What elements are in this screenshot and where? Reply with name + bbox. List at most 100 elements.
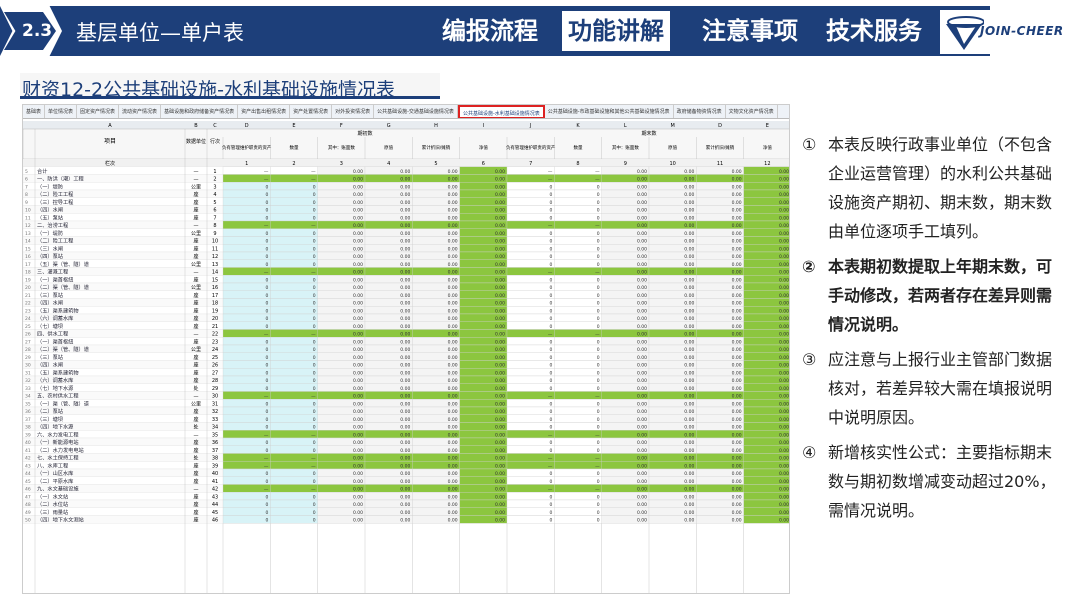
sheet-tab[interactable]: 公共基础设施-水利基础设施情况表: [457, 105, 545, 118]
row-unit: —: [194, 394, 199, 400]
sheet-tab[interactable]: 基础设施和政府储备资产情况表: [161, 105, 239, 118]
data-cell-value: 0.00: [400, 510, 410, 516]
sheet-tab[interactable]: 资产出售出租情况表: [238, 105, 291, 118]
data-cell-value: 0.00: [448, 215, 458, 221]
data-cell-value: 0.00: [779, 479, 789, 485]
data-cell-value: 0.00: [400, 293, 410, 299]
data-cell-value: 0: [597, 386, 600, 392]
data-cell-value: 0.00: [637, 200, 647, 206]
nav-item-process[interactable]: 编报流程: [436, 11, 544, 51]
row-number: 26: [25, 332, 31, 338]
data-cell-value: 0: [597, 208, 600, 214]
data-cell-value: 0.00: [495, 169, 505, 175]
data-cell-value: 0.00: [779, 231, 789, 237]
nav-item-features[interactable]: 功能讲解: [562, 11, 670, 51]
slide-header: 2.3 基层单位—单户表 编报流程 功能讲解 注意事项 技术服务 JOIN-CH…: [0, 0, 1080, 62]
data-cell: [506, 213, 555, 222]
sheet-tab[interactable]: 文物文化资产情况表: [726, 105, 778, 118]
data-cell-value: 0.00: [732, 339, 742, 345]
sheet-tab[interactable]: 公共基础设施-市政基础设施和其他公共基础设施情况表: [545, 105, 674, 118]
data-cell-value: 0: [549, 355, 552, 361]
data-cell-value: 0.00: [400, 417, 410, 423]
sheet-tab[interactable]: 基础表: [23, 105, 46, 118]
data-cell-value: 0.00: [779, 254, 789, 260]
data-cell: [506, 492, 555, 501]
data-cell-value: 0.00: [400, 409, 410, 415]
sheet-tab[interactable]: 政府储备物资情况表: [674, 105, 726, 118]
row-number: 37: [25, 417, 31, 423]
row-item-name: （四）水闸: [37, 206, 63, 214]
data-cell-value: 0.00: [353, 184, 363, 190]
data-cell-value: 0.00: [495, 432, 505, 438]
data-cell-value: 0.00: [495, 301, 505, 307]
row-unit: —: [194, 177, 199, 183]
data-cell-value: 0.00: [732, 510, 742, 516]
row-item-name: （三）水闸: [37, 244, 63, 252]
sheet-tab[interactable]: 单位情况表: [45, 105, 78, 118]
data-cell-value: 0.00: [779, 277, 789, 283]
data-cell-value: 0: [313, 231, 316, 237]
data-cell-value: 0.00: [495, 456, 505, 462]
data-cell-value: 0.00: [353, 285, 363, 291]
sheet-tab[interactable]: 流动资产情况表: [119, 105, 162, 118]
data-cell-value: 0.00: [353, 401, 363, 407]
data-cell-value: 0.00: [400, 200, 410, 206]
data-cell-value: 0.00: [637, 332, 647, 338]
data-cell-value: 0.00: [353, 192, 363, 198]
head-sub-label: 负有管理维护职责的资产: [506, 144, 556, 151]
data-cell-value: —: [595, 488, 600, 493]
note-number: ②: [802, 257, 816, 276]
data-cell: [554, 321, 602, 330]
data-cell-value: 0: [313, 363, 316, 369]
nav-item-support[interactable]: 技术服务: [820, 11, 928, 51]
data-cell-value: 0: [313, 494, 316, 500]
data-cell-value: 0: [313, 293, 316, 299]
row-index: 17: [212, 293, 218, 299]
row-unit: 座: [193, 369, 198, 376]
note-number: ④: [802, 443, 817, 462]
data-cell: [270, 507, 318, 516]
row-number: 36: [25, 409, 31, 415]
data-cell-value: 0.00: [732, 502, 742, 508]
data-cell-value: —: [595, 464, 600, 469]
row-unit: 公里: [191, 262, 201, 268]
data-cell-value: 0.00: [637, 169, 647, 175]
data-cell-value: 0.00: [448, 184, 458, 190]
data-cell-value: 0: [549, 262, 552, 268]
data-cell-value: —: [311, 333, 316, 338]
data-cell-value: 0.00: [637, 293, 647, 299]
data-cell-value: —: [548, 395, 553, 400]
data-cell-value: 0: [597, 502, 600, 508]
sheet-tab[interactable]: 资产处置情况表: [290, 105, 333, 118]
data-cell-value: 0.00: [495, 401, 505, 407]
row-unit: —: [194, 223, 199, 229]
row-unit: 座: [193, 300, 198, 307]
nav-item-notes[interactable]: 注意事项: [696, 11, 804, 51]
data-cell-value: 0.00: [732, 401, 742, 407]
data-cell-value: 0.00: [400, 223, 410, 229]
data-cell-value: 0.00: [353, 262, 363, 268]
data-cell-value: 0.00: [448, 479, 458, 485]
data-cell-value: —: [548, 170, 553, 175]
sheet-tab[interactable]: 对外投资情况表: [332, 105, 375, 118]
data-cell-value: 0.00: [353, 231, 363, 237]
data-cell-value: 0: [549, 448, 552, 454]
column-letter: J: [529, 123, 531, 129]
row-index: 45: [212, 510, 218, 516]
data-cell-value: —: [311, 464, 316, 469]
data-cell-value: 0.00: [732, 293, 742, 299]
data-cell-value: 0.00: [779, 316, 789, 322]
row-index: 33: [212, 417, 218, 423]
sheet-tab[interactable]: 固定资产情况表: [77, 105, 120, 118]
data-cell: [554, 437, 602, 446]
data-cell: [506, 321, 555, 330]
data-cell-value: 0: [549, 254, 552, 260]
row-index: 3: [213, 184, 216, 190]
sheet-tab[interactable]: 公共基础设施-交通基础设施情况表: [374, 105, 458, 118]
data-cell-value: 0: [549, 316, 552, 322]
data-cell-value: 0.00: [684, 479, 694, 485]
row-index: 44: [212, 502, 218, 508]
data-cell-value: 0.00: [495, 285, 505, 291]
data-cell-value: 0.00: [448, 401, 458, 407]
data-cell-value: 0.00: [732, 208, 742, 214]
